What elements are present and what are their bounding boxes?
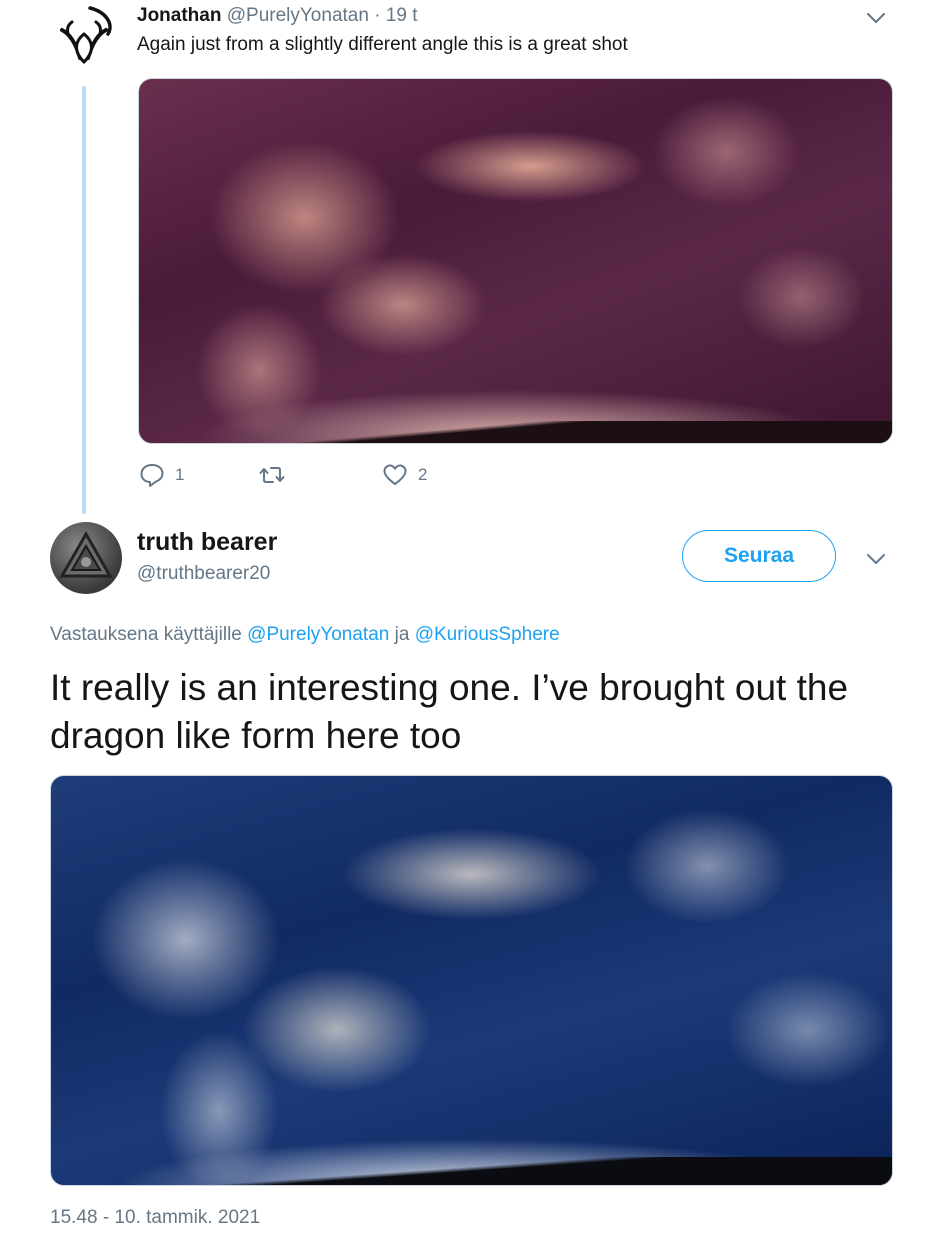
author-handle[interactable]: @truthbearer20	[137, 563, 270, 585]
tweet-timestamp[interactable]: 15.48 - 10. tammik. 2021	[50, 1207, 260, 1229]
alien-logo-icon	[60, 6, 112, 65]
retweet-icon	[259, 467, 285, 483]
mention-link[interactable]: @KuriousSphere	[415, 624, 560, 645]
separator-dot: ·	[374, 5, 381, 26]
author-name[interactable]: truth bearer	[137, 528, 277, 557]
like-button[interactable]: 2	[382, 462, 427, 488]
like-count: 2	[418, 465, 428, 484]
reply-tweet-image[interactable]	[50, 775, 893, 1186]
image-horizon	[139, 421, 892, 443]
like-icon	[383, 464, 407, 485]
parent-tweet-image[interactable]	[138, 78, 893, 444]
tweet-time[interactable]: 19 t	[386, 5, 418, 26]
replying-to: Vastauksena käyttäjille @PurelyYonatan j…	[50, 624, 560, 646]
reply-tweet-text: It really is an interesting one. I’ve br…	[50, 667, 849, 756]
chevron-down-icon[interactable]	[866, 552, 886, 566]
parent-tweet-text: Again just from a slightly different ang…	[137, 34, 628, 55]
follow-button[interactable]: Seuraa	[682, 530, 836, 582]
reply-button[interactable]: 1	[139, 462, 184, 488]
chevron-down-icon[interactable]	[866, 11, 886, 25]
retweet-button[interactable]	[259, 462, 285, 488]
reply-count: 1	[175, 465, 185, 484]
replying-to-prefix: Vastauksena käyttäjille	[50, 624, 242, 645]
author-handle[interactable]: @PurelyYonatan	[227, 5, 369, 26]
reply-icon	[140, 464, 164, 487]
replying-to-joiner: ja	[394, 624, 410, 645]
thread-line	[82, 86, 86, 514]
avatar[interactable]	[50, 4, 118, 72]
mention-link[interactable]: @PurelyYonatan	[247, 624, 389, 645]
avatar[interactable]	[50, 522, 122, 594]
triangle-eye-icon	[59, 530, 113, 578]
parent-tweet-header: Jonathan @PurelyYonatan · 19 t	[137, 5, 418, 27]
author-name[interactable]: Jonathan	[137, 5, 221, 26]
image-horizon	[51, 1157, 892, 1185]
